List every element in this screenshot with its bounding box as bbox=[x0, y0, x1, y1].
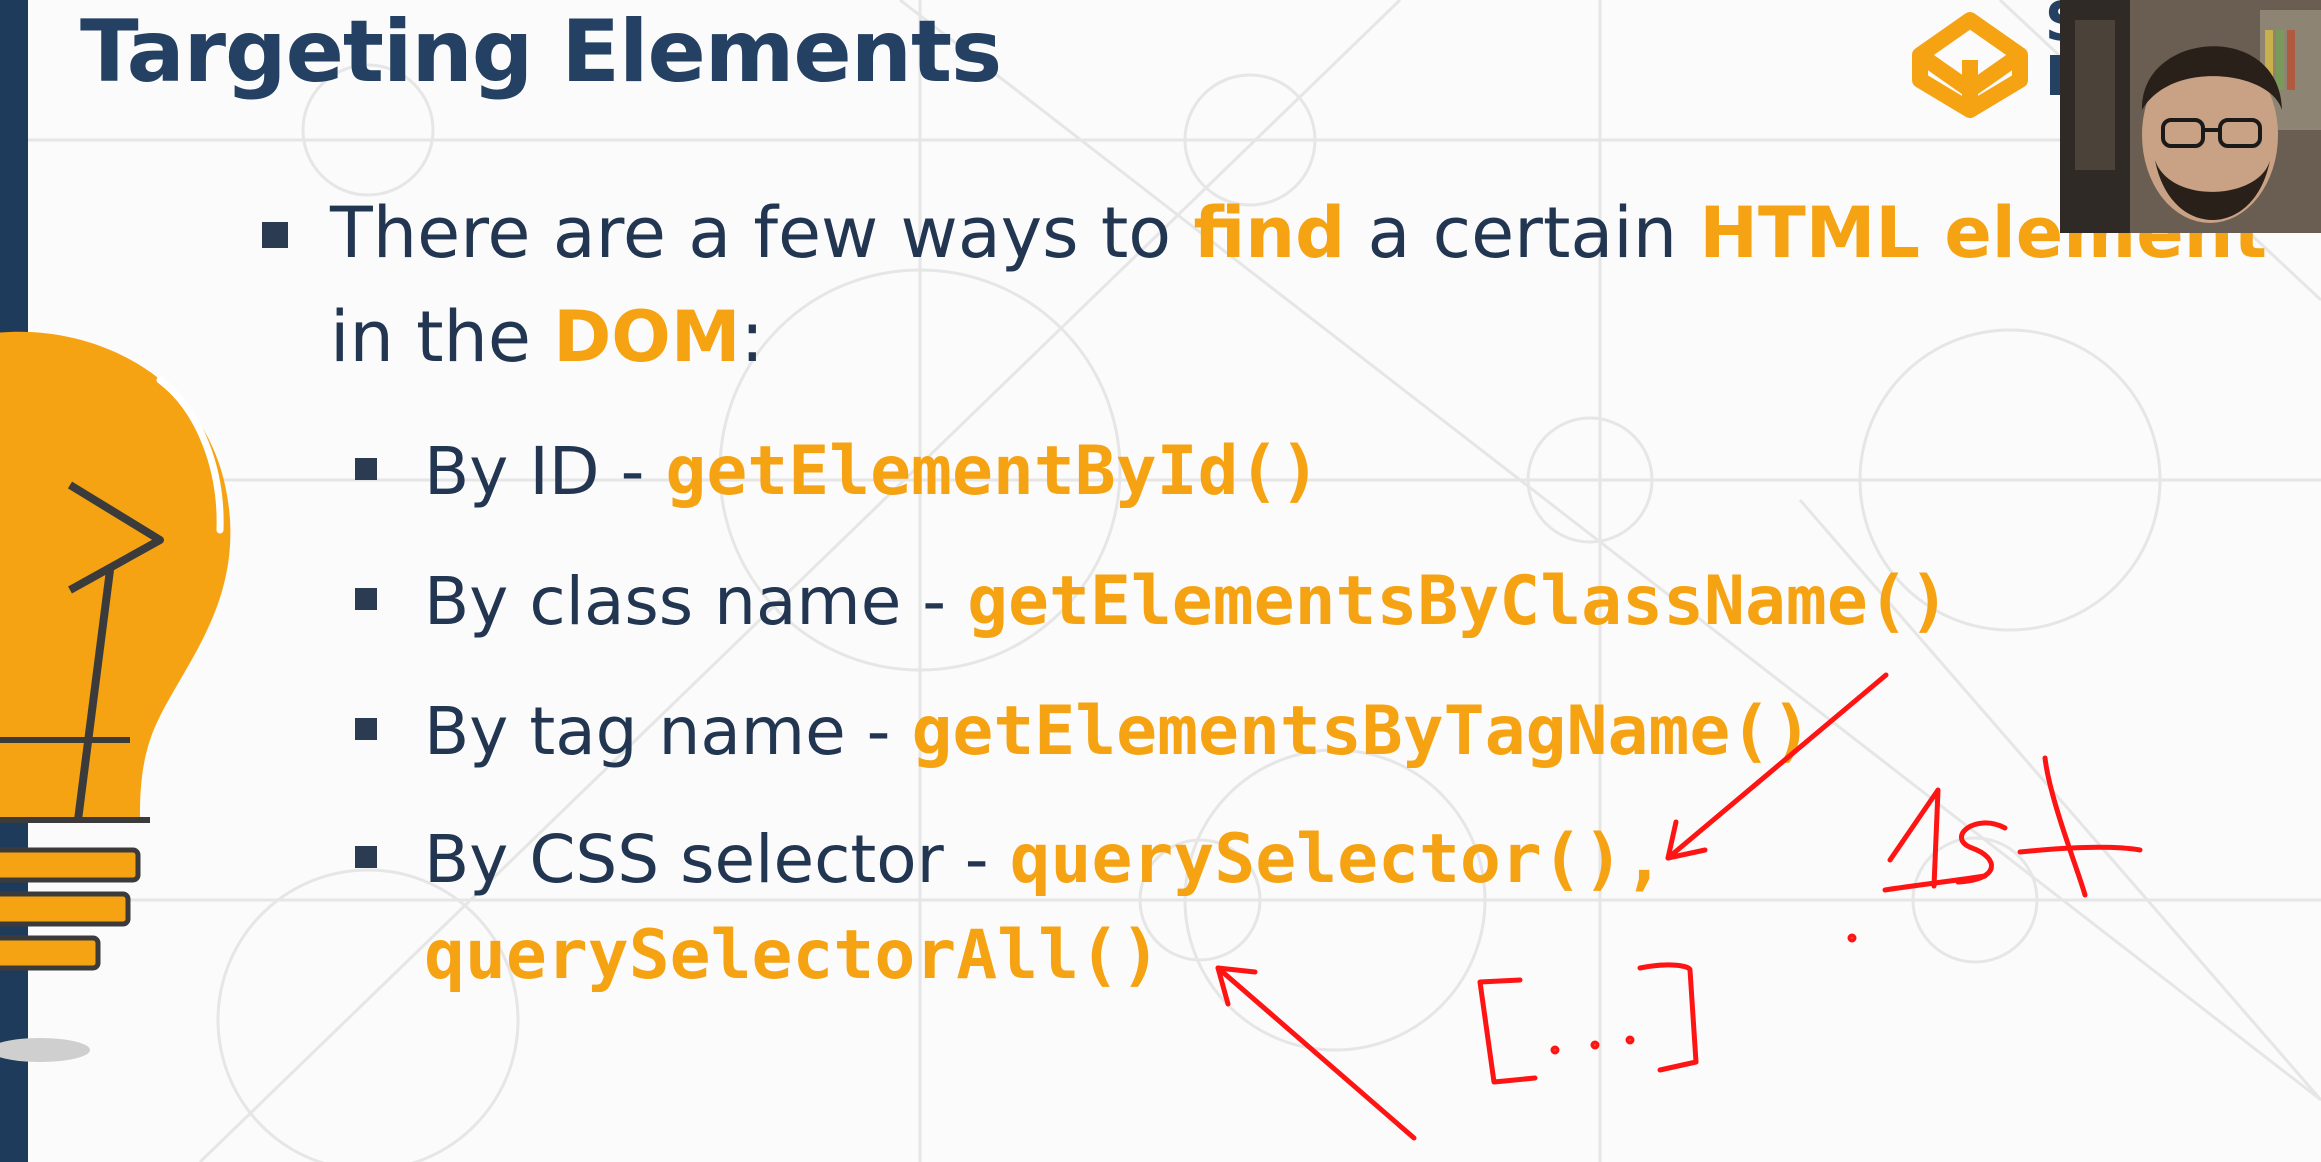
bullet-marker bbox=[262, 222, 288, 248]
code-getElementsByTagName: getElementsByTagName() bbox=[911, 692, 1813, 771]
bullet-marker bbox=[355, 718, 377, 740]
presentation-slide: Targeting Elements S There are a few way… bbox=[0, 0, 2321, 1162]
bullet-marker bbox=[355, 588, 377, 610]
code-querySelectorAll: querySelectorAll() bbox=[424, 916, 1161, 995]
presenter-video-icon bbox=[2060, 0, 2321, 233]
bullet-marker bbox=[355, 846, 377, 868]
webcam-video-feed bbox=[2060, 0, 2321, 233]
highlight-dom: DOM bbox=[553, 296, 741, 378]
slide-title: Targeting Elements bbox=[80, 2, 1002, 102]
bullet-marker bbox=[355, 458, 377, 480]
intro-line-2: in the DOM: bbox=[330, 296, 765, 378]
method-by-css-selector-line-2: querySelectorAll() bbox=[424, 916, 1161, 995]
intro-line-1: There are a few ways to find a certain H… bbox=[330, 192, 2267, 274]
highlight-find: find bbox=[1193, 192, 1346, 274]
method-by-css-selector: By CSS selector - querySelector(), bbox=[424, 820, 1665, 899]
code-querySelector: querySelector(), bbox=[1009, 820, 1665, 899]
code-getElementsByClassName: getElementsByClassName() bbox=[967, 562, 1950, 641]
method-by-id: By ID - getElementById() bbox=[424, 432, 1321, 511]
method-by-class-name: By class name - getElementsByClassName() bbox=[424, 562, 1950, 641]
method-by-tag-name: By tag name - getElementsByTagName() bbox=[424, 692, 1813, 771]
lightbulb-icon bbox=[0, 331, 231, 1062]
code-getElementById: getElementById() bbox=[665, 432, 1321, 511]
